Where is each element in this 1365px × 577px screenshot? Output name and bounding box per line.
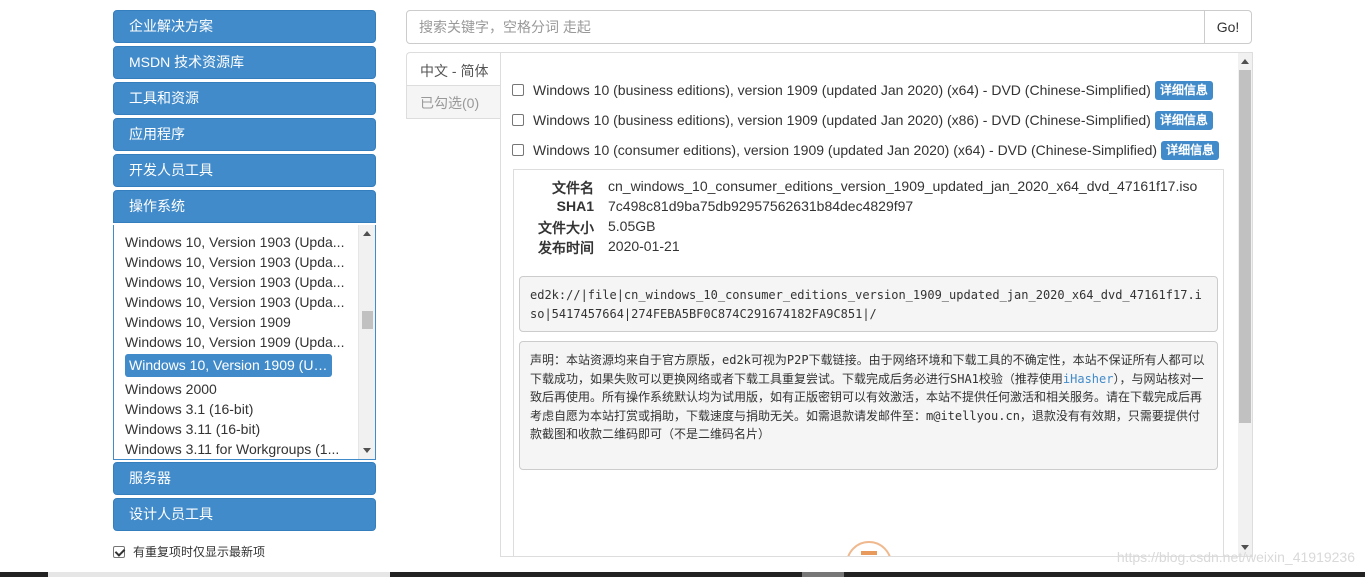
os-list-item[interactable]: Windows 3.11 (16-bit): [114, 419, 360, 439]
search-input[interactable]: [406, 10, 1206, 44]
dedupe-option[interactable]: 有重复项时仅显示最新项: [113, 543, 265, 560]
os-list-item[interactable]: Windows 3.1 (16-bit): [114, 399, 360, 419]
file-name-link[interactable]: Windows 10 (business editions), version …: [533, 112, 1151, 128]
scroll-up-arrow-icon[interactable]: [363, 231, 371, 236]
scroll-down-arrow-icon[interactable]: [363, 448, 371, 453]
detail-date-row: 发布时间 2020-01-21: [514, 238, 1214, 258]
file-checkbox[interactable]: [512, 84, 524, 96]
scroll-up-arrow-icon[interactable]: [1241, 59, 1249, 64]
os-list-item[interactable]: Windows 10, Version 1903 (Upda...: [114, 272, 360, 292]
detail-filename-row: 文件名 cn_windows_10_consumer_editions_vers…: [514, 178, 1214, 198]
os-list-scrollbar[interactable]: [358, 225, 375, 459]
tab-chinese-simplified[interactable]: 中文 - 简体: [406, 52, 501, 88]
taskbar-segment: [802, 572, 844, 577]
detail-size-row: 文件大小 5.05GB: [514, 218, 1214, 238]
dedupe-label: 有重复项时仅显示最新项: [133, 545, 266, 559]
file-item: Windows 10 (business editions), version …: [512, 80, 1213, 100]
detail-sha1-row: SHA1 7c498c81d9ba75db92957562631b84dec48…: [514, 198, 1214, 218]
search-go-button[interactable]: Go!: [1204, 10, 1252, 44]
os-list-item[interactable]: Windows 10, Version 1903 (Upda...: [114, 232, 360, 252]
content-scrollbar[interactable]: [1238, 53, 1252, 556]
os-list-item[interactable]: Windows 3.11 for Workgroups (1...: [114, 439, 360, 459]
os-list-item[interactable]: Windows 2000: [114, 379, 360, 399]
os-list-scrollbar-thumb[interactable]: [362, 311, 373, 329]
os-list-item-selected[interactable]: Windows 10, Version 1909 (Upd...: [125, 354, 332, 377]
category-applications[interactable]: 应用程序: [113, 118, 376, 151]
os-list-item[interactable]: Windows 10, Version 1903 (Upda...: [114, 292, 360, 312]
dedupe-checkbox[interactable]: [113, 545, 125, 558]
detail-filename-label: 文件名: [552, 180, 594, 196]
csdn-watermark: https://blog.csdn.net/weixin_41919236: [1116, 549, 1355, 565]
detail-date-label: 发布时间: [538, 240, 594, 256]
detail-sha1-label: SHA1: [556, 198, 594, 214]
detail-sha1-value: 7c498c81d9ba75db92957562631b84dec4829f97: [608, 198, 914, 214]
details-badge-button[interactable]: 详细信息: [1154, 110, 1213, 130]
detail-filename-value: cn_windows_10_consumer_editions_version_…: [608, 178, 1198, 194]
os-list-item[interactable]: Windows 10, Version 1903 (Upda...: [114, 252, 360, 272]
file-item: Windows 10 (consumer editions), version …: [512, 140, 1220, 160]
content-scrollbar-thumb[interactable]: [1239, 70, 1251, 423]
detail-date-value: 2020-01-21: [608, 238, 680, 254]
ed2k-link-box[interactable]: ed2k://|file|cn_windows_10_consumer_edit…: [519, 276, 1218, 332]
os-list-item[interactable]: Windows 10, Version 1909 (Upda...: [114, 332, 360, 352]
category-operating-systems[interactable]: 操作系统: [113, 190, 376, 223]
disclaimer-notice: 声明：本站资源均来自于官方原版，ed2k可视为P2P下载链接。由于网络环境和下载…: [519, 341, 1218, 470]
category-servers[interactable]: 服务器: [113, 462, 376, 495]
os-list-item-partial: [114, 225, 360, 232]
ihasher-link[interactable]: iHasher: [1063, 372, 1114, 386]
file-checkbox[interactable]: [512, 114, 524, 126]
category-tools-resources[interactable]: 工具和资源: [113, 82, 376, 115]
file-detail-panel: 文件名 cn_windows_10_consumer_editions_vers…: [513, 169, 1224, 556]
bottom-taskbar-strip: [0, 572, 1365, 577]
detail-size-label: 文件大小: [538, 220, 594, 236]
os-list[interactable]: Windows 10, Version 1903 (Upda... Window…: [113, 225, 376, 460]
tab-selected-items[interactable]: 已勾选(0): [406, 85, 501, 119]
details-badge-button[interactable]: 详细信息: [1161, 140, 1220, 160]
taskbar-segment: [48, 572, 390, 577]
category-developer-tools[interactable]: 开发人员工具: [113, 154, 376, 187]
file-item: Windows 10 (business editions), version …: [512, 110, 1213, 130]
detail-size-value: 5.05GB: [608, 218, 656, 234]
category-designer-tools[interactable]: 设计人员工具: [113, 498, 376, 531]
category-enterprise-solutions[interactable]: 企业解决方案: [113, 10, 376, 43]
details-badge-button[interactable]: 详细信息: [1154, 80, 1213, 100]
file-name-link[interactable]: Windows 10 (business editions), version …: [533, 82, 1151, 98]
search-bar: Go!: [406, 10, 1252, 44]
file-name-link[interactable]: Windows 10 (consumer editions), version …: [533, 142, 1157, 158]
category-msdn-library[interactable]: MSDN 技术资源库: [113, 46, 376, 79]
file-content-panel: Windows 10 (business editions), version …: [500, 52, 1253, 557]
loading-spinner-icon: [846, 541, 892, 556]
file-checkbox[interactable]: [512, 144, 524, 156]
os-list-item[interactable]: Windows 10, Version 1909: [114, 312, 360, 332]
